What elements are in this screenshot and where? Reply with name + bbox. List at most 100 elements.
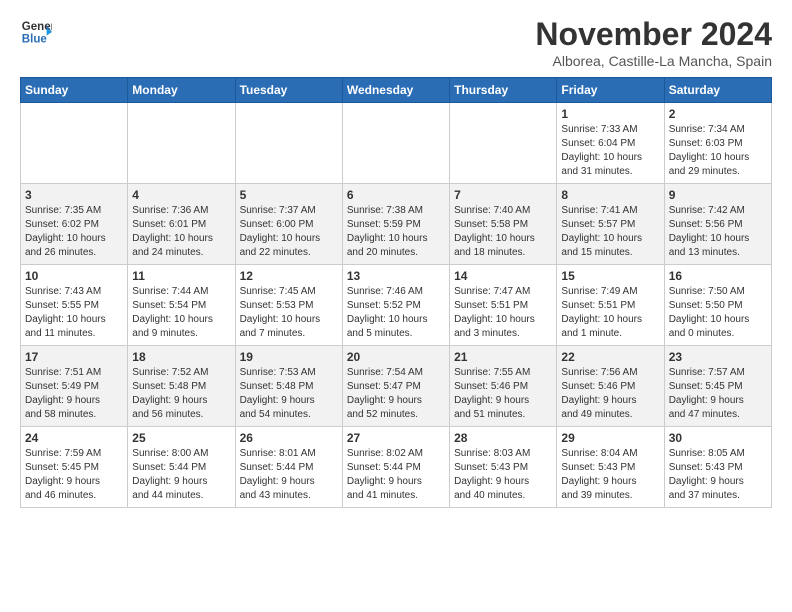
calendar-cell: 20 Sunrise: 7:54 AM Sunset: 5:47 PM Dayli…: [342, 346, 449, 427]
calendar-cell: 10 Sunrise: 7:43 AM Sunset: 5:55 PM Dayli…: [21, 265, 128, 346]
header-wednesday: Wednesday: [342, 78, 449, 103]
cell-content: Sunrise: 7:42 AM Sunset: 5:56 PM Dayligh…: [669, 204, 767, 260]
cell-content: Sunrise: 7:49 AM Sunset: 5:51 PM Dayligh…: [561, 285, 659, 341]
calendar-cell: 2 Sunrise: 7:34 AM Sunset: 6:03 PM Daylig…: [664, 103, 771, 184]
day-number: 3: [25, 188, 123, 202]
calendar-week-row: 24Sunrise: 7:59 AM Sunset: 5:45 PM Dayli…: [21, 427, 772, 508]
day-number: 30: [669, 431, 767, 445]
calendar-cell: [21, 103, 128, 184]
day-number: 11: [132, 269, 230, 283]
cell-content: Sunrise: 7:55 AM Sunset: 5:46 PM Dayligh…: [454, 366, 552, 422]
day-number: 23: [669, 350, 767, 364]
svg-text:Blue: Blue: [22, 34, 48, 46]
day-number: 9: [669, 188, 767, 202]
calendar-cell: 16Sunrise: 7:50 AM Sunset: 5:50 PM Dayli…: [664, 265, 771, 346]
cell-content: Sunrise: 7:53 AM Sunset: 5:48 PM Dayligh…: [240, 366, 338, 422]
cell-content: Sunrise: 7:56 AM Sunset: 5:46 PM Dayligh…: [561, 366, 659, 422]
cell-content: Sunrise: 8:05 AM Sunset: 5:43 PM Dayligh…: [669, 447, 767, 503]
cell-content: Sunrise: 8:04 AM Sunset: 5:43 PM Dayligh…: [561, 447, 659, 503]
calendar-cell: 28 Sunrise: 8:03 AM Sunset: 5:43 PM Dayli…: [450, 427, 557, 508]
header-thursday: Thursday: [450, 78, 557, 103]
calendar-cell: 6 Sunrise: 7:38 AM Sunset: 5:59 PM Daylig…: [342, 184, 449, 265]
cell-content: Sunrise: 7:43 AM Sunset: 5:55 PM Dayligh…: [25, 285, 123, 341]
day-number: 16: [669, 269, 767, 283]
day-number: 27: [347, 431, 445, 445]
cell-content: Sunrise: 7:41 AM Sunset: 5:57 PM Dayligh…: [561, 204, 659, 260]
day-number: 17: [25, 350, 123, 364]
calendar-cell: 8Sunrise: 7:41 AM Sunset: 5:57 PM Daylig…: [557, 184, 664, 265]
day-number: 22: [561, 350, 659, 364]
calendar-cell: [450, 103, 557, 184]
cell-content: Sunrise: 8:00 AM Sunset: 5:44 PM Dayligh…: [132, 447, 230, 503]
location-subtitle: Alborea, Castille-La Mancha, Spain: [535, 53, 772, 69]
day-number: 10: [25, 269, 123, 283]
calendar-cell: 4 Sunrise: 7:36 AM Sunset: 6:01 PM Daylig…: [128, 184, 235, 265]
calendar-cell: 1 Sunrise: 7:33 AM Sunset: 6:04 PM Daylig…: [557, 103, 664, 184]
day-number: 2: [669, 107, 767, 121]
header-monday: Monday: [128, 78, 235, 103]
day-number: 15: [561, 269, 659, 283]
cell-content: Sunrise: 8:03 AM Sunset: 5:43 PM Dayligh…: [454, 447, 552, 503]
cell-content: Sunrise: 7:37 AM Sunset: 6:00 PM Dayligh…: [240, 204, 338, 260]
calendar-cell: 11Sunrise: 7:44 AM Sunset: 5:54 PM Dayli…: [128, 265, 235, 346]
calendar-cell: 9 Sunrise: 7:42 AM Sunset: 5:56 PM Daylig…: [664, 184, 771, 265]
cell-content: Sunrise: 7:52 AM Sunset: 5:48 PM Dayligh…: [132, 366, 230, 422]
cell-content: Sunrise: 8:01 AM Sunset: 5:44 PM Dayligh…: [240, 447, 338, 503]
calendar-cell: 3 Sunrise: 7:35 AM Sunset: 6:02 PM Daylig…: [21, 184, 128, 265]
header-tuesday: Tuesday: [235, 78, 342, 103]
header-sunday: Sunday: [21, 78, 128, 103]
cell-content: Sunrise: 7:38 AM Sunset: 5:59 PM Dayligh…: [347, 204, 445, 260]
day-number: 21: [454, 350, 552, 364]
calendar-cell: 17 Sunrise: 7:51 AM Sunset: 5:49 PM Dayli…: [21, 346, 128, 427]
calendar-cell: 30 Sunrise: 8:05 AM Sunset: 5:43 PM Dayli…: [664, 427, 771, 508]
calendar-cell: 13 Sunrise: 7:46 AM Sunset: 5:52 PM Dayli…: [342, 265, 449, 346]
header-saturday: Saturday: [664, 78, 771, 103]
day-number: 1: [561, 107, 659, 121]
calendar-cell: 5Sunrise: 7:37 AM Sunset: 6:00 PM Daylig…: [235, 184, 342, 265]
month-title: November 2024: [535, 16, 772, 53]
calendar-cell: 24Sunrise: 7:59 AM Sunset: 5:45 PM Dayli…: [21, 427, 128, 508]
cell-content: Sunrise: 8:02 AM Sunset: 5:44 PM Dayligh…: [347, 447, 445, 503]
day-number: 18: [132, 350, 230, 364]
title-block: November 2024 Alborea, Castille-La Manch…: [535, 16, 772, 69]
calendar-cell: 19 Sunrise: 7:53 AM Sunset: 5:48 PM Dayli…: [235, 346, 342, 427]
day-number: 4: [132, 188, 230, 202]
day-number: 12: [240, 269, 338, 283]
cell-content: Sunrise: 7:35 AM Sunset: 6:02 PM Dayligh…: [25, 204, 123, 260]
calendar-cell: [235, 103, 342, 184]
cell-content: Sunrise: 7:34 AM Sunset: 6:03 PM Dayligh…: [669, 123, 767, 179]
day-number: 13: [347, 269, 445, 283]
day-number: 19: [240, 350, 338, 364]
day-number: 25: [132, 431, 230, 445]
day-number: 14: [454, 269, 552, 283]
calendar-cell: 27 Sunrise: 8:02 AM Sunset: 5:44 PM Dayli…: [342, 427, 449, 508]
calendar-header-row: Sunday Monday Tuesday Wednesday Thursday…: [21, 78, 772, 103]
day-number: 20: [347, 350, 445, 364]
calendar-cell: 29Sunrise: 8:04 AM Sunset: 5:43 PM Dayli…: [557, 427, 664, 508]
calendar-cell: 15 Sunrise: 7:49 AM Sunset: 5:51 PM Dayli…: [557, 265, 664, 346]
day-number: 6: [347, 188, 445, 202]
calendar-cell: 22 Sunrise: 7:56 AM Sunset: 5:46 PM Dayli…: [557, 346, 664, 427]
calendar-week-row: 17 Sunrise: 7:51 AM Sunset: 5:49 PM Dayli…: [21, 346, 772, 427]
calendar-week-row: 1 Sunrise: 7:33 AM Sunset: 6:04 PM Daylig…: [21, 103, 772, 184]
day-number: 28: [454, 431, 552, 445]
calendar-cell: 26Sunrise: 8:01 AM Sunset: 5:44 PM Dayli…: [235, 427, 342, 508]
day-number: 7: [454, 188, 552, 202]
cell-content: Sunrise: 7:46 AM Sunset: 5:52 PM Dayligh…: [347, 285, 445, 341]
calendar-table: Sunday Monday Tuesday Wednesday Thursday…: [20, 77, 772, 508]
cell-content: Sunrise: 7:51 AM Sunset: 5:49 PM Dayligh…: [25, 366, 123, 422]
header-friday: Friday: [557, 78, 664, 103]
calendar-cell: 7Sunrise: 7:40 AM Sunset: 5:58 PM Daylig…: [450, 184, 557, 265]
calendar-cell: 21 Sunrise: 7:55 AM Sunset: 5:46 PM Dayli…: [450, 346, 557, 427]
calendar-cell: 14Sunrise: 7:47 AM Sunset: 5:51 PM Dayli…: [450, 265, 557, 346]
logo-icon: General Blue: [20, 16, 52, 48]
calendar-cell: [342, 103, 449, 184]
calendar-cell: 18 Sunrise: 7:52 AM Sunset: 5:48 PM Dayli…: [128, 346, 235, 427]
cell-content: Sunrise: 7:54 AM Sunset: 5:47 PM Dayligh…: [347, 366, 445, 422]
cell-content: Sunrise: 7:33 AM Sunset: 6:04 PM Dayligh…: [561, 123, 659, 179]
cell-content: Sunrise: 7:36 AM Sunset: 6:01 PM Dayligh…: [132, 204, 230, 260]
calendar-week-row: 3 Sunrise: 7:35 AM Sunset: 6:02 PM Daylig…: [21, 184, 772, 265]
cell-content: Sunrise: 7:59 AM Sunset: 5:45 PM Dayligh…: [25, 447, 123, 503]
calendar-week-row: 10 Sunrise: 7:43 AM Sunset: 5:55 PM Dayli…: [21, 265, 772, 346]
cell-content: Sunrise: 7:45 AM Sunset: 5:53 PM Dayligh…: [240, 285, 338, 341]
